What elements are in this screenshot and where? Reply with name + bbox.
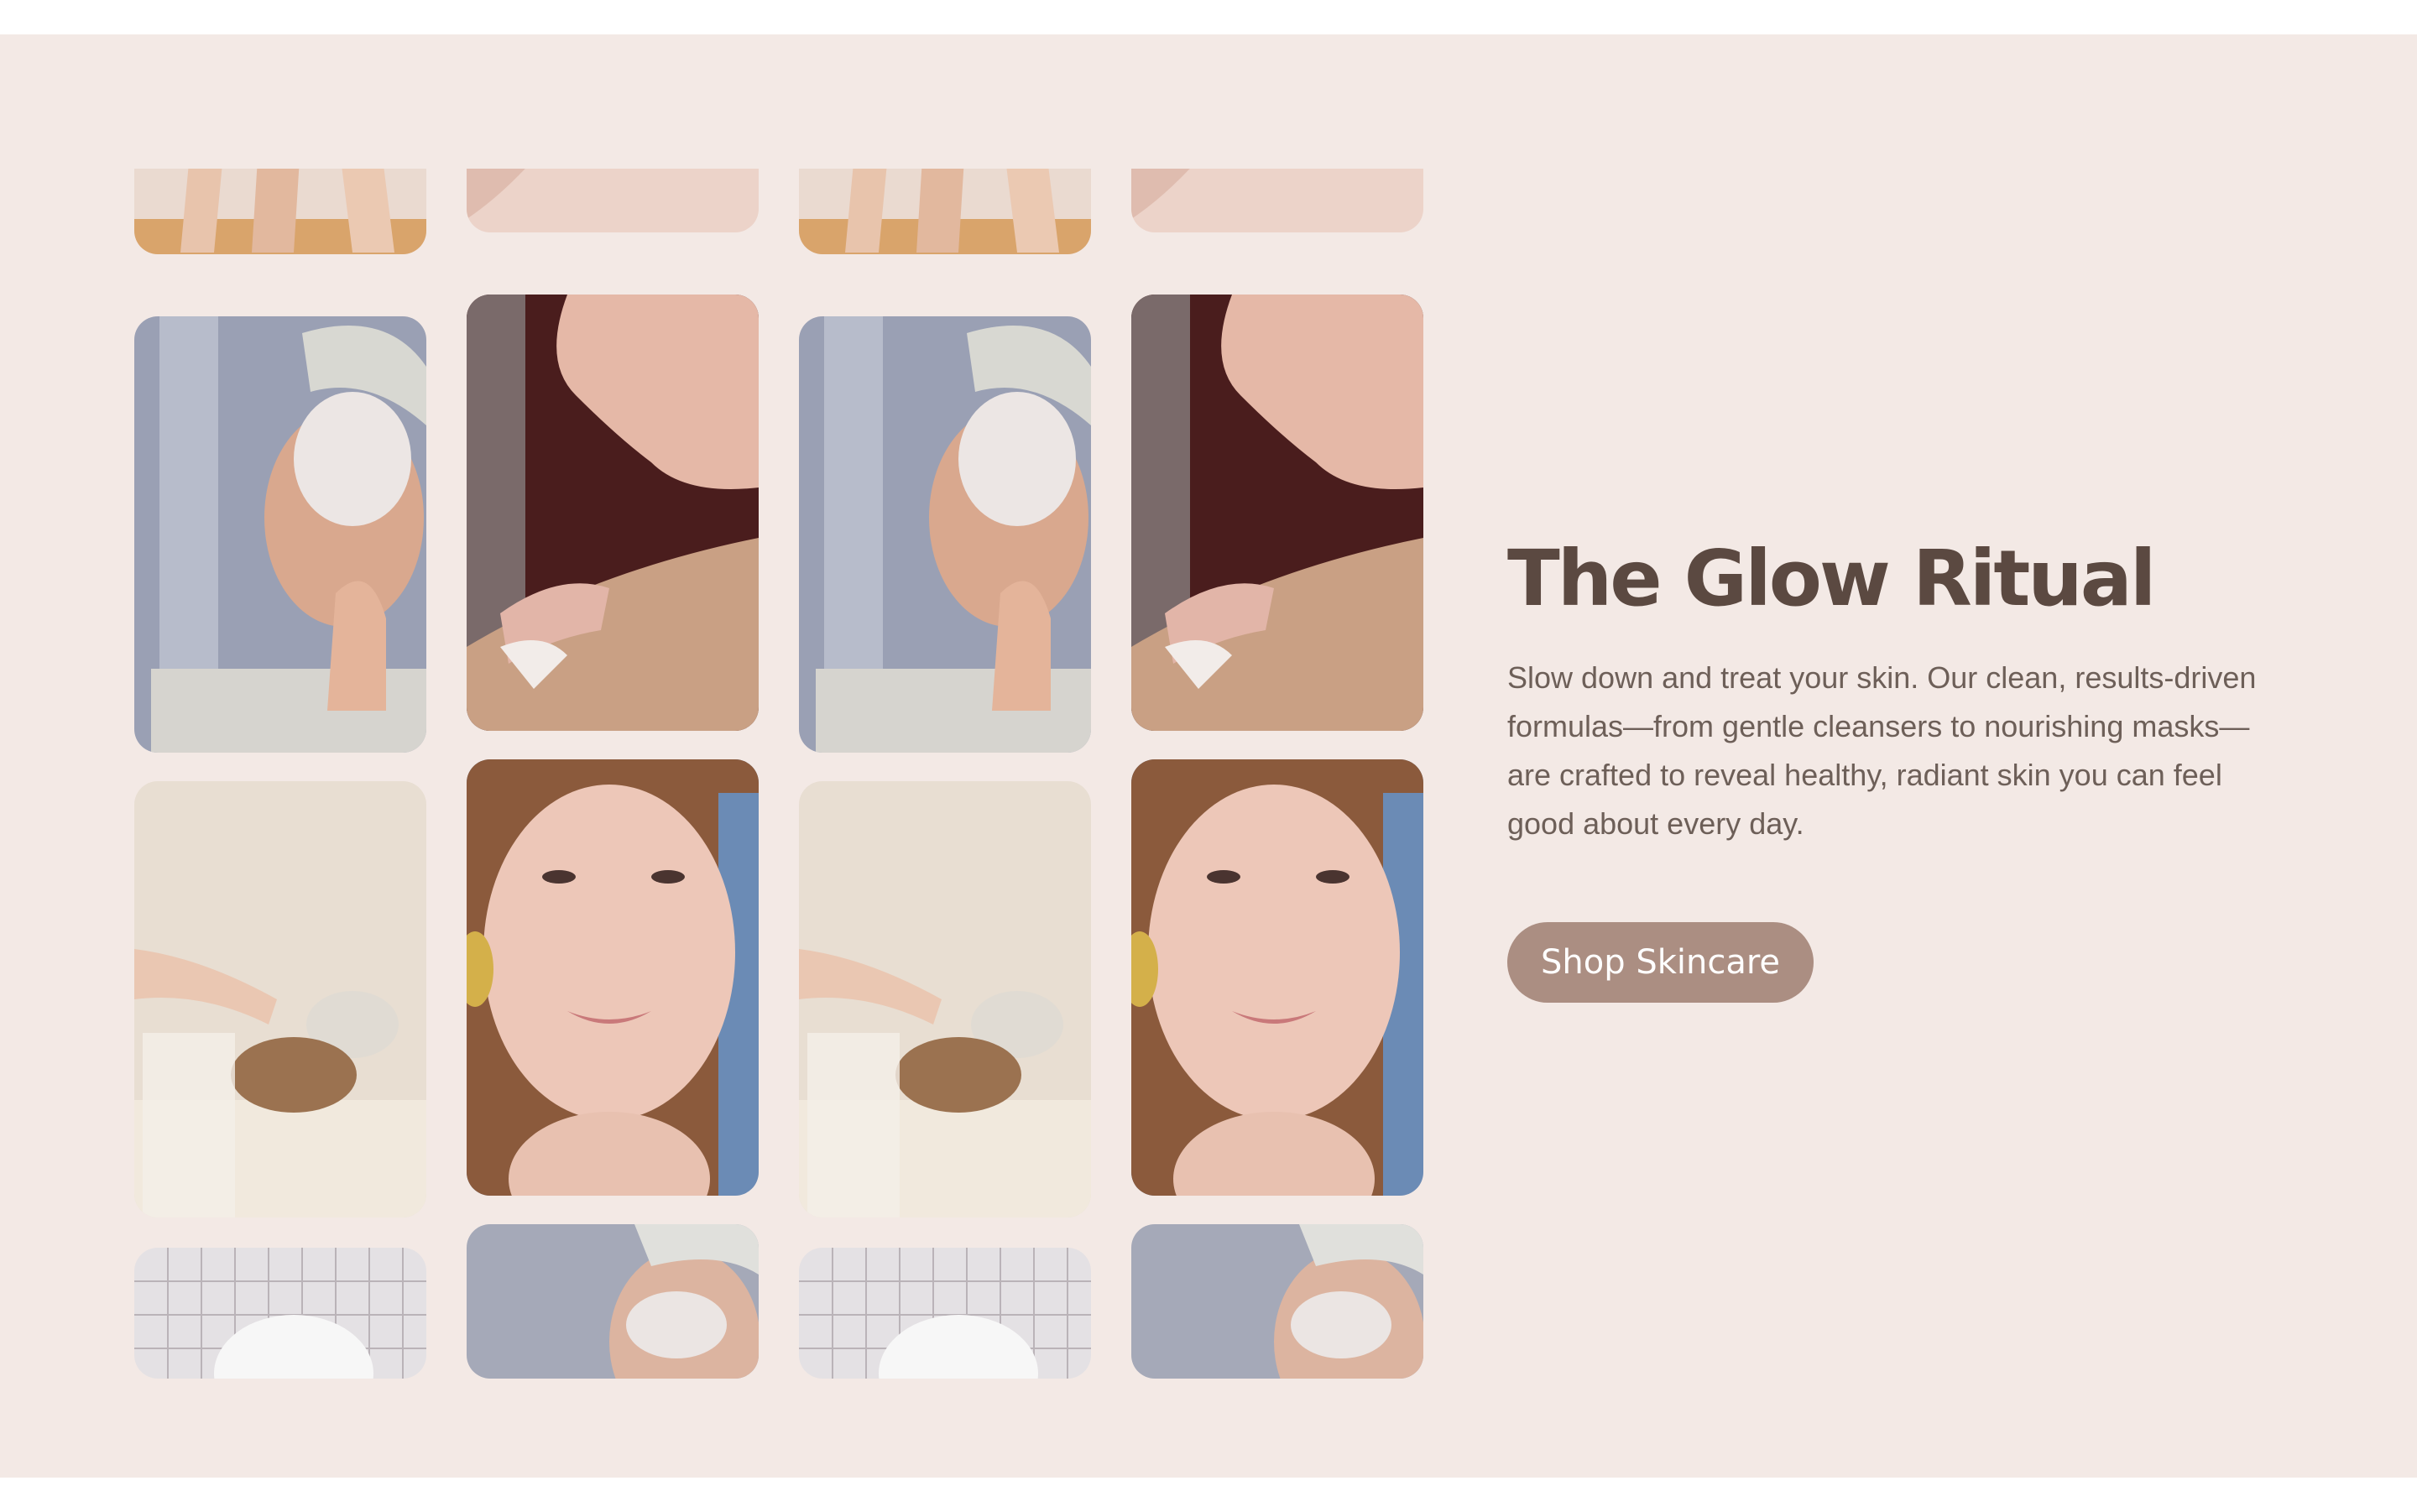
section-title: The Glow Ritual — [1507, 534, 2156, 623]
photo-legs-on-towel — [134, 169, 426, 254]
photo-woman-applying-face-mask — [134, 316, 426, 753]
photo-legs-on-towel — [799, 169, 1091, 254]
photo-woman-applying-face-mask — [799, 316, 1091, 753]
photo-skin-closeup — [1131, 169, 1423, 232]
photo-gallery — [134, 169, 1423, 1379]
photo-woman-profile-applying-cream — [467, 295, 759, 731]
photo-spa-facial-treatment — [134, 781, 426, 1217]
photo-smiling-woman-with-sponge — [467, 759, 759, 1196]
photo-bathroom-towel-on-head — [134, 1248, 426, 1379]
photo-bathroom-towel-on-head — [799, 1248, 1091, 1379]
photo-woman-profile-applying-cream — [1131, 295, 1423, 731]
photo-woman-with-towel-mask — [467, 1224, 759, 1379]
photo-woman-with-towel-mask — [1131, 1224, 1423, 1379]
photo-spa-facial-treatment — [799, 781, 1091, 1217]
section-description: Slow down and treat your skin. Our clean… — [1507, 660, 2257, 841]
photo-skin-closeup — [467, 169, 759, 232]
photo-smiling-woman-with-sponge — [1131, 759, 1423, 1196]
shop-skincare-button[interactable]: Shop Skincare — [1507, 921, 1814, 1003]
glow-ritual-section: The Glow Ritual Slow down and treat your… — [0, 34, 2417, 1478]
hero-content: The Glow Ritual Slow down and treat your… — [1507, 534, 2296, 1003]
